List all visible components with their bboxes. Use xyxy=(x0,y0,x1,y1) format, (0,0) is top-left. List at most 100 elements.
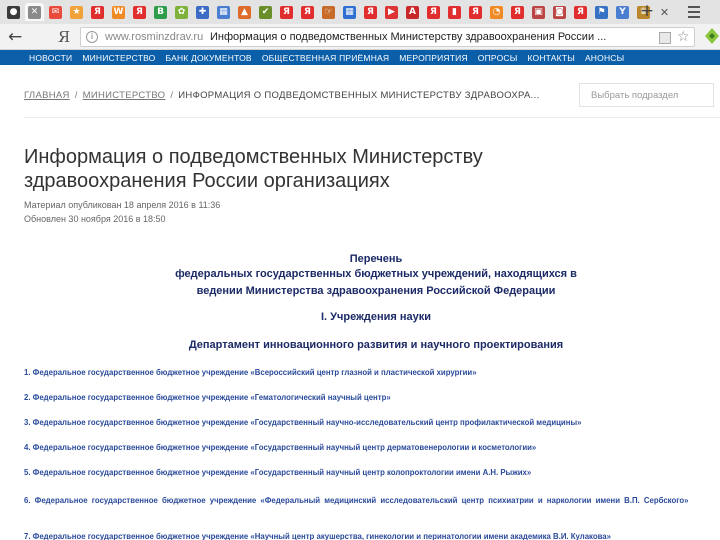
tab-yandex[interactable]: Я xyxy=(466,3,485,21)
tab-hand-icon: ☞ xyxy=(322,5,335,19)
tab-yandex[interactable]: Я xyxy=(277,3,296,21)
url-domain: www.rosminzdrav.ru xyxy=(105,31,204,43)
tab-green-icon: B xyxy=(154,5,167,19)
tab-people[interactable]: ✚ xyxy=(193,3,212,21)
tab-yandex-icon: Я xyxy=(511,5,524,19)
breadcrumb-ministry-link[interactable]: МИНИСТЕРСТВО xyxy=(83,90,166,101)
extension-icon[interactable] xyxy=(704,27,720,45)
nav-item-events[interactable]: МЕРОПРИЯТИЯ xyxy=(399,53,468,63)
nav-item-polls[interactable]: ОПРОСЫ xyxy=(478,53,518,63)
section-select-placeholder: Выбрать подраздел xyxy=(591,90,679,101)
tab-people-icon: ✚ xyxy=(196,5,209,19)
tab-active[interactable]: ✕ xyxy=(25,3,44,21)
list-item[interactable]: 1. Федеральное государственное бюджетное… xyxy=(24,368,720,377)
tab-yandex[interactable]: Я xyxy=(298,3,317,21)
nav-item-ministry[interactable]: МИНИСТЕРСТВО xyxy=(82,53,155,63)
tab-pdf[interactable]: A xyxy=(403,3,422,21)
tab-box-icon: ▣ xyxy=(532,5,545,19)
tab-yandex[interactable]: Я xyxy=(88,3,107,21)
reader-mode-icon[interactable] xyxy=(659,32,671,44)
tab-bars[interactable]: ▮ xyxy=(445,3,464,21)
section-select[interactable]: Выбрать подраздел xyxy=(579,83,714,107)
tab-box[interactable]: ◙ xyxy=(550,3,569,21)
breadcrumb-current: ИНФОРМАЦИЯ О ПОДВЕДОМСТВЕННЫХ МИНИСТЕРСТ… xyxy=(178,90,540,101)
tab-hand[interactable]: ☞ xyxy=(319,3,338,21)
tab-grid-icon: ▦ xyxy=(343,5,356,19)
tab-chart-icon: ▲ xyxy=(238,5,251,19)
tab-leaf[interactable]: ✿ xyxy=(172,3,191,21)
tab-y-icon: Y xyxy=(616,5,629,19)
tab-strip: ● ✕ ✉ ★ Я W Я B ✿ ✚ ▦ ▲ ✔ Я Я ☞ ▦ Я ▶ A Я ▮ Я ◔ Я ▣ ◙ Я ⚑ Y ♛ ✕ xyxy=(0,0,720,24)
tab-yandex[interactable]: Я xyxy=(508,3,527,21)
tab-red[interactable]: ▶ xyxy=(382,3,401,21)
nav-item-contacts[interactable]: КОНТАКТЫ xyxy=(527,53,574,63)
tab-grid[interactable]: ▦ xyxy=(340,3,359,21)
tab-yandex-icon: Я xyxy=(91,5,104,19)
tab-check-icon: ✔ xyxy=(259,5,272,19)
tab-close[interactable]: ✕ xyxy=(655,3,674,21)
published-date: Материал опубликован 18 апреля 2016 в 11… xyxy=(24,200,221,210)
breadcrumb-home-link[interactable]: ГЛАВНАЯ xyxy=(24,90,70,101)
list-item[interactable]: 6. Федеральное государственное бюджетное… xyxy=(24,493,720,509)
address-bar-row: ← Я i www.rosminzdrav.ru Информация о по… xyxy=(0,24,720,50)
site-main-nav: НОВОСТИ МИНИСТЕРСТВО БАНК ДОКУМЕНТОВ ОБЩ… xyxy=(0,50,720,65)
site-info-icon[interactable]: i xyxy=(86,31,98,43)
tab-close-icon: ✕ xyxy=(659,5,670,19)
tab-orange-icon: W xyxy=(112,5,125,19)
tab-active-icon: ✕ xyxy=(28,5,41,19)
tab-green[interactable]: B xyxy=(151,3,170,21)
tab-y[interactable]: Y xyxy=(613,3,632,21)
tab-grid-icon: ▦ xyxy=(217,5,230,19)
tab-bookmark-icon: ★ xyxy=(70,5,83,19)
nav-item-public-reception[interactable]: ОБЩЕСТВЕННАЯ ПРИЁМНАЯ xyxy=(262,53,389,63)
yandex-logo-icon[interactable]: Я xyxy=(58,28,70,46)
list-item[interactable]: 4. Федеральное государственное бюджетное… xyxy=(24,443,720,452)
tab-mail[interactable]: ✉ xyxy=(46,3,65,21)
browser-menu-icon[interactable] xyxy=(688,3,702,21)
list-item[interactable]: 7. Федеральное государственное бюджетное… xyxy=(24,532,720,540)
tab-bookmark[interactable]: ★ xyxy=(67,3,86,21)
tab-yandex[interactable]: Я xyxy=(130,3,149,21)
tab-orange[interactable]: W xyxy=(109,3,128,21)
tab-chart[interactable]: ▲ xyxy=(235,3,254,21)
back-arrow-icon[interactable]: ← xyxy=(8,27,22,47)
address-field[interactable]: i www.rosminzdrav.ru Информация о подвед… xyxy=(80,27,695,47)
url-page-title: Информация о подведомственных Министерст… xyxy=(210,31,607,43)
tab-yandex-icon: Я xyxy=(574,5,587,19)
tab-yandex[interactable]: Я xyxy=(424,3,443,21)
department-heading: Департамент инновационного развития и на… xyxy=(188,339,564,351)
tab-yandex-icon: Я xyxy=(469,5,482,19)
tab-pdf-icon: A xyxy=(406,5,419,19)
document-list-title: Перечень xyxy=(349,253,403,265)
bookmark-star-icon[interactable]: ☆ xyxy=(677,29,690,45)
tab-yandex-icon: Я xyxy=(427,5,440,19)
list-item[interactable]: 3. Федеральное государственное бюджетное… xyxy=(24,418,720,427)
tab-orange[interactable]: ◔ xyxy=(487,3,506,21)
tab-box[interactable]: ▣ xyxy=(529,3,548,21)
tab-leaf-icon: ✿ xyxy=(175,5,188,19)
tab-yandex-icon: Я xyxy=(364,5,377,19)
breadcrumb: ГЛАВНАЯ / МИНИСТЕРСТВО / ИНФОРМАЦИЯ О ПОДВЕД… xyxy=(24,90,540,101)
nav-item-announcements[interactable]: АНОНСЫ xyxy=(585,53,624,63)
page-title: Информация о подведомственных Министерст… xyxy=(24,146,483,192)
breadcrumb-separator: / xyxy=(170,90,174,101)
tab-box-icon: ◙ xyxy=(553,5,566,19)
tab-flag[interactable]: ⚑ xyxy=(592,3,611,21)
tab-yandex-icon: Я xyxy=(301,5,314,19)
list-item[interactable]: 5. Федеральное государственное бюджетное… xyxy=(24,468,720,477)
tab-check[interactable]: ✔ xyxy=(256,3,275,21)
section-heading: I. Учреждения науки xyxy=(320,311,432,323)
tab-bars-icon: ▮ xyxy=(448,5,461,19)
tab-yandex[interactable]: Я xyxy=(361,3,380,21)
new-tab-button[interactable]: + xyxy=(638,2,656,20)
list-item[interactable]: 2. Федеральное государственное бюджетное… xyxy=(24,393,720,402)
tab-yandex[interactable]: Я xyxy=(571,3,590,21)
nav-item-news[interactable]: НОВОСТИ xyxy=(29,53,72,63)
tab-grid[interactable]: ▦ xyxy=(214,3,233,21)
nav-item-documents[interactable]: БАНК ДОКУМЕНТОВ xyxy=(166,53,252,63)
document-subtitle-line2: ведении Министерства здравоохранения Рос… xyxy=(196,285,556,297)
tab-mail-icon: ✉ xyxy=(49,5,62,19)
updated-date: Обновлен 30 ноября 2016 в 18:50 xyxy=(24,214,166,224)
tab-yandex-icon: Я xyxy=(133,5,146,19)
tab-app[interactable]: ● xyxy=(4,3,23,21)
